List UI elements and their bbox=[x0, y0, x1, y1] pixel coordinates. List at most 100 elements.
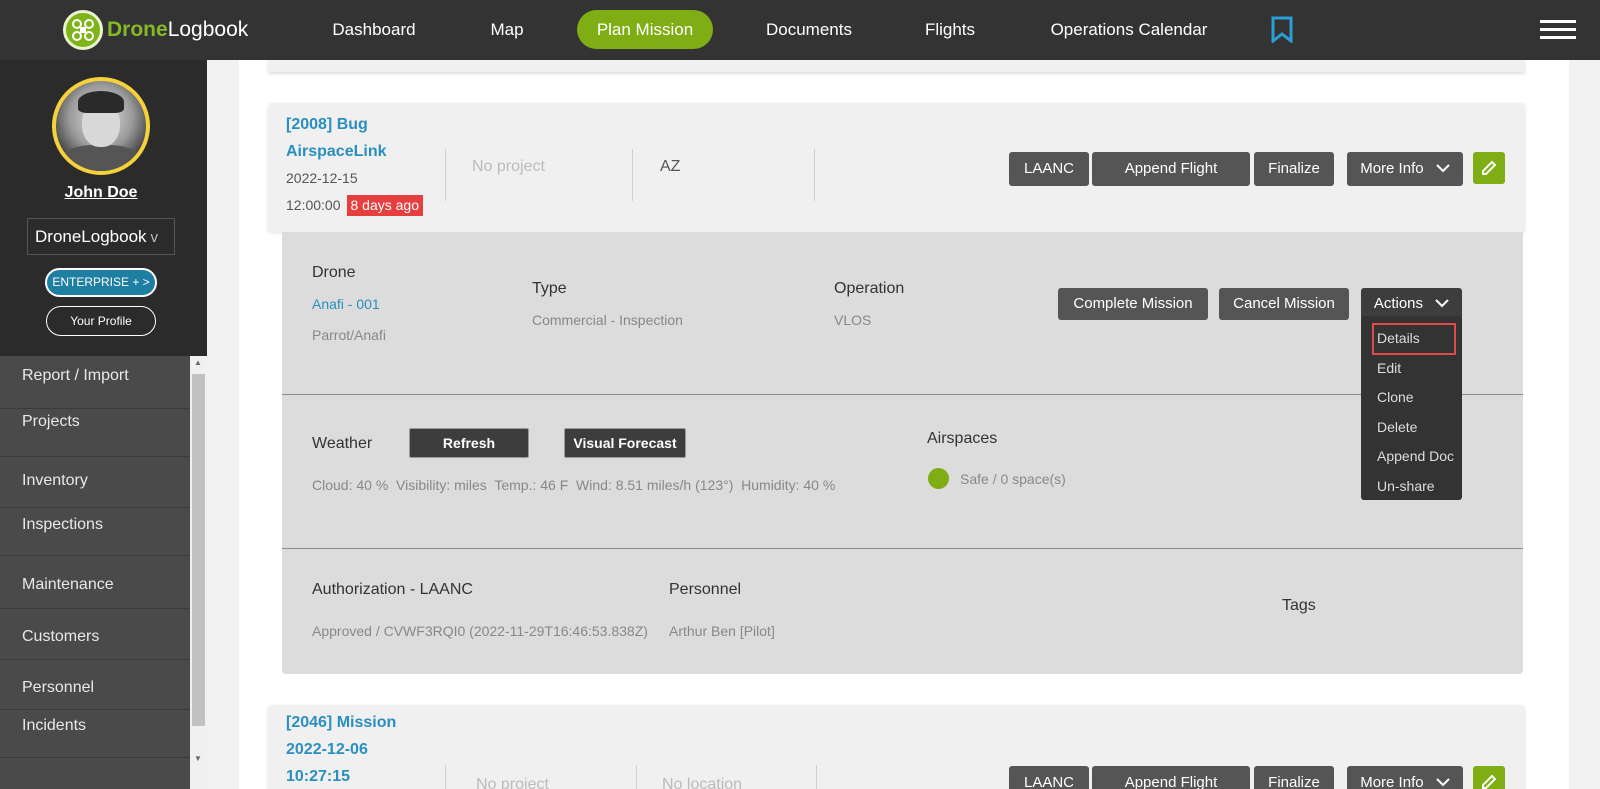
sidebar-item-label: Incidents bbox=[22, 717, 87, 734]
mission-card: [2008] Bug AirspaceLink 2022-12-15 12:00… bbox=[268, 103, 1525, 232]
type-value: Commercial - Inspection bbox=[532, 312, 683, 328]
edit-pencil-button[interactable] bbox=[1473, 766, 1505, 789]
scrollbar-thumb[interactable] bbox=[192, 374, 205, 726]
sidebar-item-report-import[interactable]: Report / Import bbox=[0, 356, 190, 409]
divider bbox=[445, 765, 446, 789]
menu-item-append-doc[interactable]: Append Doc bbox=[1377, 448, 1454, 464]
mission-title-line1[interactable]: [2008] Bug bbox=[286, 111, 368, 138]
menu-item-edit[interactable]: Edit bbox=[1377, 360, 1401, 376]
mission-card: [2046] Mission 2022-12-06 10:27:15 No pr… bbox=[268, 705, 1525, 789]
laanc-button[interactable]: LAANC bbox=[1009, 766, 1089, 789]
bookmark-icon[interactable] bbox=[1271, 16, 1293, 43]
drone-name-link[interactable]: Anafi - 001 bbox=[312, 296, 380, 312]
previous-mission-card bbox=[268, 60, 1525, 72]
divider bbox=[814, 149, 815, 201]
nav-flights[interactable]: Flights bbox=[912, 10, 988, 49]
nav-map[interactable]: Map bbox=[474, 10, 540, 49]
scroll-down-icon[interactable]: ▼ bbox=[194, 754, 202, 763]
sidebar-item-projects[interactable]: Projects bbox=[0, 409, 190, 457]
more-info-button[interactable]: More Info bbox=[1347, 766, 1463, 789]
more-info-label: More Info bbox=[1360, 774, 1424, 789]
visual-forecast-button[interactable]: Visual Forecast bbox=[564, 428, 686, 458]
drone-label: Drone bbox=[312, 264, 356, 281]
sidebar-item-inspections[interactable]: Inspections bbox=[0, 508, 190, 556]
mission-detail-panel: Drone Anafi - 001 Parrot/Anafi Type Comm… bbox=[282, 232, 1523, 674]
mission-project: No project bbox=[472, 158, 545, 175]
hamburger-menu-icon[interactable] bbox=[1540, 20, 1576, 40]
finalize-button[interactable]: Finalize bbox=[1254, 152, 1334, 186]
more-info-button[interactable]: More Info bbox=[1347, 152, 1463, 186]
divider bbox=[445, 149, 446, 201]
status-dot-icon bbox=[928, 468, 949, 489]
your-profile-button[interactable]: Your Profile bbox=[46, 306, 156, 336]
scroll-up-icon[interactable]: ▲ bbox=[194, 358, 202, 367]
authorization-label: Authorization - LAANC bbox=[312, 581, 473, 598]
sidebar-item-label: Customers bbox=[22, 628, 100, 645]
sidebar-item-label: Report / Import bbox=[22, 367, 129, 384]
brand-logo[interactable]: DroneLogbook bbox=[63, 10, 248, 50]
mission-title-line1[interactable]: [2046] Mission bbox=[286, 709, 396, 736]
nav-documents[interactable]: Documents bbox=[754, 10, 864, 49]
top-navbar: DroneLogbook Dashboard Map Plan Mission … bbox=[0, 0, 1600, 60]
sidebar-item-personnel[interactable]: Personnel bbox=[0, 660, 190, 710]
edit-pencil-button[interactable] bbox=[1473, 152, 1505, 184]
organization-select[interactable]: DroneLogbook v bbox=[27, 218, 175, 255]
sidebar-item-label: Inventory bbox=[22, 472, 88, 489]
avatar[interactable] bbox=[52, 77, 150, 175]
divider bbox=[282, 394, 1523, 395]
organization-name: DroneLogbook bbox=[35, 227, 147, 246]
nav-operations-calendar[interactable]: Operations Calendar bbox=[1040, 10, 1218, 49]
mission-title-line2[interactable]: 2022-12-06 bbox=[286, 736, 368, 763]
append-flight-button[interactable]: Append Flight bbox=[1092, 766, 1250, 789]
sidebar-item-maintenance[interactable]: Maintenance bbox=[0, 556, 190, 609]
chevron-down-icon: v bbox=[150, 229, 159, 246]
cancel-mission-button[interactable]: Cancel Mission bbox=[1219, 288, 1349, 320]
more-info-label: More Info bbox=[1360, 160, 1424, 177]
enterprise-button[interactable]: ENTERPRISE + > bbox=[45, 268, 157, 297]
sidebar-item-label: Inspections bbox=[22, 516, 103, 533]
operation-label: Operation bbox=[834, 280, 905, 297]
brand-name: DroneLogbook bbox=[107, 18, 249, 41]
chevron-down-icon bbox=[1436, 778, 1450, 787]
user-name-link[interactable]: John Doe bbox=[0, 184, 202, 202]
refresh-button[interactable]: Refresh bbox=[409, 428, 529, 458]
sidebar-item-label: Projects bbox=[22, 413, 80, 430]
sidebar-profile-panel: John Doe DroneLogbook v ENTERPRISE + > Yo… bbox=[0, 60, 207, 356]
pencil-icon bbox=[1482, 160, 1497, 175]
sidebar-scrollbar[interactable]: ▲ ▼ bbox=[190, 356, 207, 789]
sidebar-item-customers[interactable]: Customers bbox=[0, 609, 190, 660]
laanc-button[interactable]: LAANC bbox=[1009, 152, 1089, 186]
weather-label: Weather bbox=[312, 435, 373, 452]
chevron-down-icon bbox=[1436, 164, 1450, 173]
sidebar-item-label: Personnel bbox=[22, 679, 95, 696]
divider bbox=[632, 149, 633, 201]
nav-plan-mission[interactable]: Plan Mission bbox=[577, 10, 713, 49]
complete-mission-button[interactable]: Complete Mission bbox=[1058, 288, 1208, 320]
menu-item-delete[interactable]: Delete bbox=[1377, 419, 1417, 435]
authorization-value: Approved / CVWF3RQI0 (2022-11-29T16:46:5… bbox=[312, 623, 648, 639]
mission-location: AZ bbox=[660, 158, 681, 175]
page-scrollbar[interactable] bbox=[1583, 60, 1600, 789]
nav-dashboard[interactable]: Dashboard bbox=[318, 10, 430, 49]
mission-location: No location bbox=[662, 776, 743, 789]
append-flight-button[interactable]: Append Flight bbox=[1092, 152, 1250, 186]
menu-item-clone[interactable]: Clone bbox=[1377, 389, 1414, 405]
sidebar-item-inventory[interactable]: Inventory bbox=[0, 457, 190, 508]
mission-title-line3[interactable]: 10:27:15 bbox=[286, 763, 350, 789]
menu-item-unshare[interactable]: Un-share bbox=[1377, 478, 1435, 494]
drone-logo-icon bbox=[63, 10, 103, 50]
menu-item-details[interactable]: Details bbox=[1377, 330, 1420, 346]
drone-model: Parrot/Anafi bbox=[312, 327, 386, 343]
mission-title-line2[interactable]: AirspaceLink bbox=[286, 138, 386, 165]
weather-conditions: Cloud: 40 % Visibility: miles Temp.: 46 … bbox=[312, 477, 836, 493]
mission-date: 2022-12-15 bbox=[286, 170, 358, 186]
sidebar-menu: Report / Import Projects Inventory Inspe… bbox=[0, 356, 190, 789]
sidebar-item-incidents[interactable]: Incidents bbox=[0, 710, 190, 758]
airspaces-label: Airspaces bbox=[927, 430, 998, 447]
chevron-down-icon bbox=[1435, 299, 1449, 308]
status-badge: 8 days ago bbox=[346, 195, 423, 216]
mission-time-row: 12:00:00 8 days ago bbox=[286, 192, 423, 219]
tags-label: Tags bbox=[1282, 597, 1316, 614]
finalize-button[interactable]: Finalize bbox=[1254, 766, 1334, 789]
sidebar-item-label: Maintenance bbox=[22, 576, 114, 593]
